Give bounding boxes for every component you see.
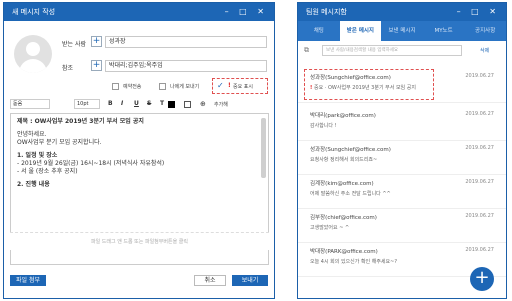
cc-field[interactable]: 박대리;김주임;옥주임 [105,60,267,72]
extra-button[interactable]: 추가해 [214,101,228,108]
tab-sent[interactable]: 보낸 메시지 [381,21,423,41]
tab-mynote[interactable]: MY노트 [423,21,465,41]
message-text: 중요 · OW사업부 2019년 3분기 부서 모임 공지 [314,85,416,91]
search-row: ⧉ 보낸 사람/내용검색할 내용 입력하세요 삭제 [302,45,502,57]
body-line: 1. 일정 및 장소 [17,152,58,159]
message-date: 2019.06.27 [465,73,494,79]
cc-label: 참조 [62,65,74,72]
important-flag-icon: ! [228,82,231,89]
message-text: 요청사항 정리해서 회의드리죠~ [310,157,378,163]
reserve-send-label: 예약전송 [123,84,142,90]
attach-hint: 파일 드래그 앤 드롭 또는 파일첨부버튼을 클릭 [91,239,188,245]
new-message-button[interactable]: + [470,267,494,291]
message-date: 2019.06.27 [465,145,494,151]
compose-window: 새 메시지 작성 – □ ✕ 받는 사람 + 성과장 참조 + 박대리;김주임;… [3,2,275,299]
message-sender: 김계장(kim@office.com) [310,181,374,187]
search-input[interactable]: 보낸 사람/내용검색할 내용 입력하세요 [322,45,462,56]
tab-notice[interactable]: 공지사항 [464,21,506,41]
list-item[interactable]: 성과장(Sungchief@office.com) 2019.06.27 요청사… [298,141,506,175]
messenger-title: 팀원 메시지함 [306,8,347,16]
bold-button[interactable]: B [108,100,113,107]
message-sender: 성과장(Sungchief@office.com) [310,147,391,153]
text-color-button[interactable]: T [160,100,164,107]
message-sender: 박대장(PARK@office.com) [310,249,378,255]
message-date: 2019.06.27 [465,213,494,219]
message-text: 고생많았어요 ~ ^ [310,225,350,231]
message-sender: 성과장(Sungchief@office.com) [310,75,391,81]
window-controls[interactable]: – □ ✕ [457,3,500,21]
avatar [14,35,52,73]
table-icon[interactable] [184,101,191,108]
italic-button[interactable]: I [121,100,123,107]
list-item[interactable]: 김부장(chief@office.com) 2019.06.27 고생많았어요 … [298,209,506,243]
filter-icon[interactable]: ⧉ [304,46,309,55]
body-title: 제목 : OW사업부 2019년 3분기 부서 모임 공지 [17,118,144,125]
messenger-tabs: 채팅 받은 메시지 보낸 메시지 MY노트 공지사항 [298,21,506,41]
send-button[interactable]: 보내기 [232,275,268,286]
tab-chat[interactable]: 채팅 [298,21,340,41]
body-line: 2. 진행 내용 [17,181,50,188]
delete-button[interactable]: 삭제 [480,47,489,54]
message-date: 2019.06.27 [465,247,494,253]
list-item[interactable]: 성과장(Sungchief@office.com) 2019.06.27 ! 중… [298,69,506,103]
compose-title: 새 메시지 작성 [12,8,56,16]
list-item[interactable]: 박대리(park@office.com) 2019.06.27 감사합니다 ! [298,107,506,141]
send-to-me-label: 나에게 보내기 [170,84,200,90]
body-line: - 2019년 9월 26일(금) 16시~18시 (저녁식사 자유참석) [17,160,165,167]
color-swatch-icon[interactable] [168,101,175,108]
message-text: 감사합니다 ! [310,123,337,129]
size-select[interactable]: 10pt [74,99,100,109]
reserve-send-checkbox[interactable] [112,83,119,90]
window-controls[interactable]: – □ ✕ [225,3,268,21]
check-icon[interactable]: ✓ [217,81,224,90]
body-line: 안녕하세요. [17,131,47,138]
add-recipient-button[interactable]: + [91,36,102,47]
recipient-label: 받는 사람 [62,41,86,48]
send-to-me-checkbox[interactable] [159,83,166,90]
recipient-field[interactable]: 성과장 [105,36,267,48]
message-text: 오늘 4시 회의 있으신가 확인 해주세요~? [310,259,397,265]
important-label: 중요 표시 [233,84,253,90]
tab-received[interactable]: 받은 메시지 [339,21,382,41]
image-icon[interactable]: ⊕ [200,100,206,108]
body-line: - 서 울 (장소 추후 공지) [17,168,78,175]
message-text: 어제 말씀하신 주소 전달 드립니다 ^^ [310,191,391,197]
messenger-titlebar: 팀원 메시지함 – □ ✕ [298,3,506,21]
attach-file-button[interactable]: 파일 첨부 [10,275,46,286]
add-cc-button[interactable]: + [91,60,102,71]
body-line: OW사업부 분기 모임 공지합니다. [17,139,102,146]
message-sender: 박대리(park@office.com) [310,113,376,119]
list-item[interactable]: 김계장(kim@office.com) 2019.06.27 어제 말씀하신 주… [298,175,506,209]
message-date: 2019.06.27 [465,111,494,117]
cancel-button[interactable]: 취소 [194,275,226,286]
attach-dropzone[interactable]: 파일 드래그 앤 드롭 또는 파일첨부버튼을 클릭 [10,232,269,250]
messenger-window: 팀원 메시지함 – □ ✕ 채팅 받은 메시지 보낸 메시지 MY노트 공지사항… [297,2,507,299]
underline-button[interactable]: U [134,100,139,107]
compose-titlebar: 새 메시지 작성 – □ ✕ [4,3,274,21]
message-sender: 김부장(chief@office.com) [310,215,377,221]
editor-toolbar: 돋움 10pt B I U S T ⊕ 추가해 [10,99,270,111]
strike-button[interactable]: S [147,100,151,107]
editor-scrollbar[interactable] [261,118,266,178]
message-date: 2019.06.27 [465,179,494,185]
font-select[interactable]: 돋움 [10,99,50,109]
